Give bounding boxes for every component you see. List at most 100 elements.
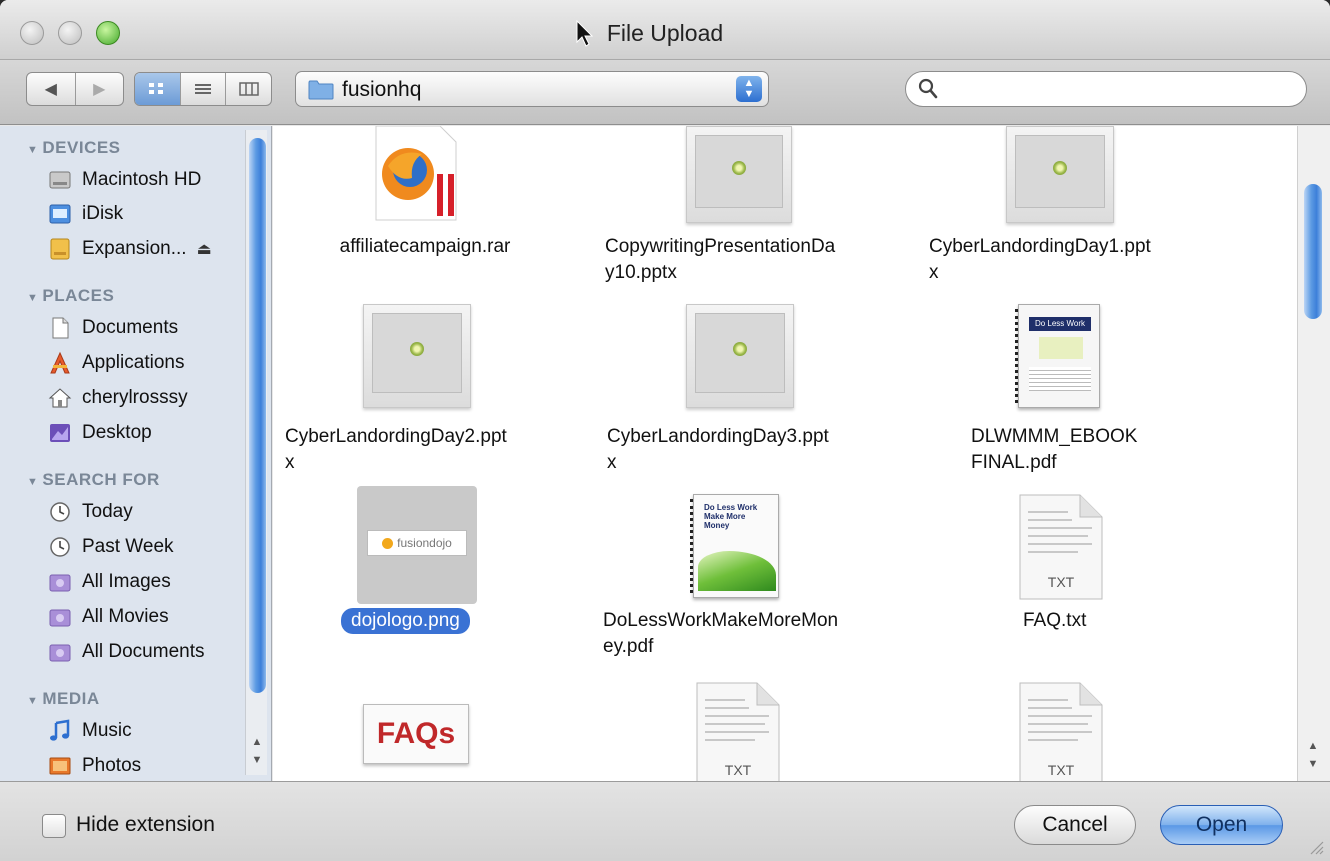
icon-view-button[interactable] [135,73,181,105]
pptx-thumbnail-icon [1006,126,1114,223]
sidebar-heading-devices[interactable]: ▼ DEVICES [27,138,121,158]
photos-icon [49,757,71,775]
forward-button[interactable]: ▶ [76,73,124,105]
location-popup[interactable]: fusionhq ▲ ▼ [295,71,769,107]
pdf-ebook-cover-icon: Do Less Work [1015,304,1100,408]
sidebar-item-label: Desktop [82,422,152,443]
sidebar-item-idisk[interactable]: iDisk [48,199,123,229]
file-item[interactable]: FAQs [273,674,593,781]
file-item[interactable]: CyberLandordingDay3.ppt x [583,304,903,484]
fusiondojo-logo: fusiondojo [367,530,467,556]
file-item[interactable]: CopywritingPresentationDa y10.pptx [583,126,903,306]
file-name: DLWMMM_EBOOK FINAL.pdf [971,426,1138,473]
file-item[interactable]: TXT [583,674,903,781]
sidebar-item-label: Music [82,720,132,741]
png-thumbnail-selected: fusiondojo [357,486,477,604]
sidebar-heading-label: DEVICES [42,138,121,157]
search-field[interactable] [905,71,1307,107]
logo-text: fusiondojo [397,536,452,550]
back-button[interactable]: ◀ [27,73,76,105]
sidebar-item-label: All Movies [82,606,169,627]
list-view-button[interactable] [181,73,227,105]
file-item[interactable]: Do Less Work Make More Money DoLessWorkM… [583,486,903,657]
file-item[interactable]: fusiondojo dojologo.png [273,486,593,656]
column-view-button[interactable] [226,73,271,105]
sidebar-scrollbar[interactable]: ▲ ▼ [245,130,267,775]
pdf-ebook-cover-icon: Do Less Work Make More Money [690,494,779,598]
file-item[interactable]: TXT FAQ.txt [913,486,1233,656]
selected-file-name-wrap: dojologo.png [341,608,470,634]
window-title: File Upload [606,20,724,46]
ebook-cover-title: Do Less Work [1029,317,1091,331]
sidebar-item-home[interactable]: cherylrosssy [48,383,188,413]
file-item[interactable]: CyberLandordingDay1.ppt x [913,126,1233,306]
file-name: affiliatecampaign.rar [339,236,511,257]
sidebar-item-all-images[interactable]: All Images [48,567,171,597]
sidebar-item-all-movies[interactable]: All Movies [48,602,169,632]
file-item[interactable]: TXT [913,674,1233,781]
file-name: CyberLandordingDay2.ppt x [285,426,507,473]
popup-arrows-icon: ▲ ▼ [736,76,762,102]
hard-drive-icon [49,171,71,189]
eject-icon[interactable]: ⏏ [197,239,212,259]
sidebar-scroll-thumb[interactable] [249,138,266,693]
file-browser-scroll-arrows-icon[interactable]: ▲ ▼ [1304,737,1322,773]
location-label: fusionhq [342,78,422,101]
sidebar-item-label: Photos [82,755,142,776]
txt-badge: TXT [724,762,752,778]
file-item[interactable]: CyberLandordingDay2.ppt x [273,304,593,484]
sidebar-item-music[interactable]: Music [48,716,132,746]
smart-folder-icon [49,644,71,662]
file-browser-scrollbar[interactable]: ▲ ▼ [1297,126,1330,781]
sidebar-item-label: Past Week [82,536,174,557]
sidebar-scroll-arrows-icon[interactable]: ▲ ▼ [249,733,265,769]
file-item[interactable]: affiliatecampaign.rar [273,126,593,306]
sidebar-item-desktop[interactable]: Desktop [48,418,152,448]
cancel-button[interactable]: Cancel [1014,805,1136,845]
sidebar-item-expansion[interactable]: Expansion... ⏏ [48,234,212,264]
sidebar-heading-media[interactable]: ▼ MEDIA [27,689,100,709]
search-input[interactable] [944,77,1294,101]
file-browser-scroll-thumb[interactable] [1304,184,1322,319]
file-name: CyberLandordingDay3.ppt x [607,426,829,473]
sidebar-heading-search-for[interactable]: ▼ SEARCH FOR [27,470,160,490]
sidebar-item-label: cherylrosssy [82,387,188,408]
sidebar: ▼ DEVICES Macintosh HD iDisk Expansion...… [0,126,272,781]
sidebar-item-today[interactable]: Today [48,497,133,527]
file-name: CyberLandordingDay1.ppt x [929,236,1151,283]
hide-extension-checkbox[interactable] [42,814,66,838]
sidebar-item-label: iDisk [82,203,124,224]
file-name: CopywritingPresentationDa y10.pptx [605,236,836,283]
back-arrow-icon: ◀ [44,81,57,98]
applications-icon [50,351,70,374]
sidebar-item-applications[interactable]: Applications [48,348,184,378]
sidebar-item-label: All Images [82,571,171,592]
sidebar-item-label: Applications [82,352,185,373]
sidebar-heading-places[interactable]: ▼ PLACES [27,286,114,306]
desktop-icon [50,424,70,442]
documents-folder-icon [52,317,69,339]
txt-badge: TXT [1047,762,1075,778]
sidebar-item-photos[interactable]: Photos [48,751,141,781]
pptx-thumbnail-icon [363,304,471,408]
sidebar-heading-label: SEARCH FOR [42,470,160,489]
sidebar-item-macintosh-hd[interactable]: Macintosh HD [48,165,201,195]
open-button[interactable]: Open [1160,805,1283,845]
file-name: FAQ.txt [1023,610,1087,631]
file-upload-dialog: File Upload ◀ ▶ fusionhq ▲ ▼ ▼ DEVICES M… [0,0,1330,861]
file-item[interactable]: Do Less Work DLWMMM_EBOOK FINAL.pdf [913,304,1233,484]
pptx-thumbnail-icon [686,304,794,408]
hide-extension-label[interactable]: Hide extension [76,813,215,837]
sidebar-item-all-documents[interactable]: All Documents [48,637,205,667]
sidebar-item-label: All Documents [82,641,205,662]
clock-icon [50,537,70,557]
sidebar-item-past-week[interactable]: Past Week [48,532,174,562]
sidebar-item-documents[interactable]: Documents [48,313,178,343]
resize-grip-icon[interactable] [1308,839,1324,855]
sidebar-item-label: Today [82,501,133,522]
column-view-icon [238,82,259,96]
list-view-icon [195,84,211,94]
clock-icon [50,502,70,522]
file-browser: affiliatecampaign.rar CopywritingPresent… [273,126,1297,781]
logo-dot-icon [382,537,394,549]
